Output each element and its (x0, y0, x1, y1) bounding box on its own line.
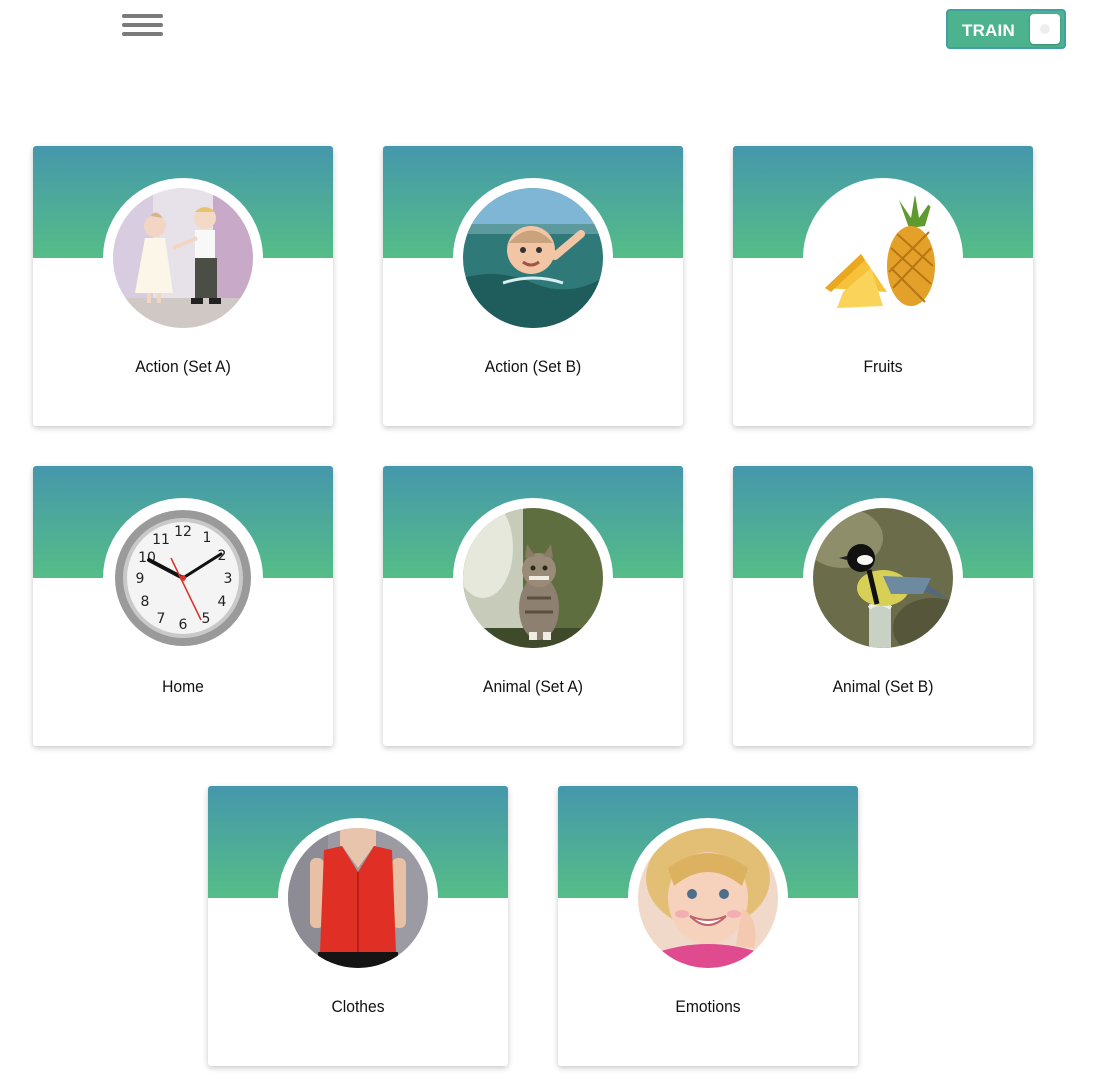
svg-text:1: 1 (203, 530, 212, 546)
card-title: Animal (Set B) (832, 677, 934, 696)
cat-photo (463, 508, 603, 648)
svg-text:6: 6 (179, 617, 188, 633)
card-title: Emotions (675, 997, 741, 1016)
svg-text:5: 5 (202, 611, 211, 627)
svg-text:11: 11 (152, 532, 170, 548)
card-avatar-ring (803, 178, 963, 338)
card-title: Animal (Set A) (483, 677, 583, 696)
hamburger-menu-icon[interactable] (122, 12, 164, 42)
card-avatar-ring (103, 178, 263, 338)
svg-text:12: 12 (174, 524, 192, 540)
baby-swimming-photo (463, 188, 603, 328)
svg-text:4: 4 (218, 594, 227, 610)
card-avatar-ring (278, 818, 438, 978)
wall-clock-photo: 12 1 2 3 4 5 6 7 8 9 10 11 (113, 508, 253, 648)
card-avatar-ring (453, 498, 613, 658)
toggle-knob[interactable] (1030, 14, 1060, 44)
svg-text:8: 8 (141, 594, 150, 610)
svg-text:3: 3 (224, 571, 233, 587)
card-avatar-ring (628, 818, 788, 978)
svg-text:9: 9 (136, 571, 145, 587)
category-card-emotions[interactable]: Emotions (558, 786, 858, 1066)
train-toggle[interactable]: TRAIN (946, 9, 1066, 49)
card-avatar-ring (803, 498, 963, 658)
bird-photo (813, 508, 953, 648)
card-avatar-ring (453, 178, 613, 338)
children-dancing-photo (113, 188, 253, 328)
category-card-fruits[interactable]: Fruits (733, 146, 1033, 426)
card-title: Clothes (331, 997, 385, 1016)
category-card-home[interactable]: 12 1 2 3 4 5 6 7 8 9 10 11 Home (33, 466, 333, 746)
svg-text:7: 7 (157, 611, 166, 627)
card-title: Home (162, 677, 204, 696)
category-card-clothes[interactable]: Clothes (208, 786, 508, 1066)
category-card-action-set-a[interactable]: Action (Set A) (33, 146, 333, 426)
pineapple-photo (813, 188, 953, 328)
top-bar: TRAIN (0, 0, 1118, 80)
train-toggle-label: TRAIN (962, 21, 1015, 40)
card-title: Action (Set A) (135, 357, 231, 376)
card-avatar-ring: 12 1 2 3 4 5 6 7 8 9 10 11 (103, 498, 263, 658)
smiling-girl-photo (638, 828, 778, 968)
card-title: Fruits (863, 357, 903, 376)
category-card-animal-set-a[interactable]: Animal (Set A) (383, 466, 683, 746)
red-blouse-photo (288, 828, 428, 968)
card-title: Action (Set B) (484, 357, 582, 376)
category-card-animal-set-b[interactable]: Animal (Set B) (733, 466, 1033, 746)
category-card-action-set-b[interactable]: Action (Set B) (383, 146, 683, 426)
